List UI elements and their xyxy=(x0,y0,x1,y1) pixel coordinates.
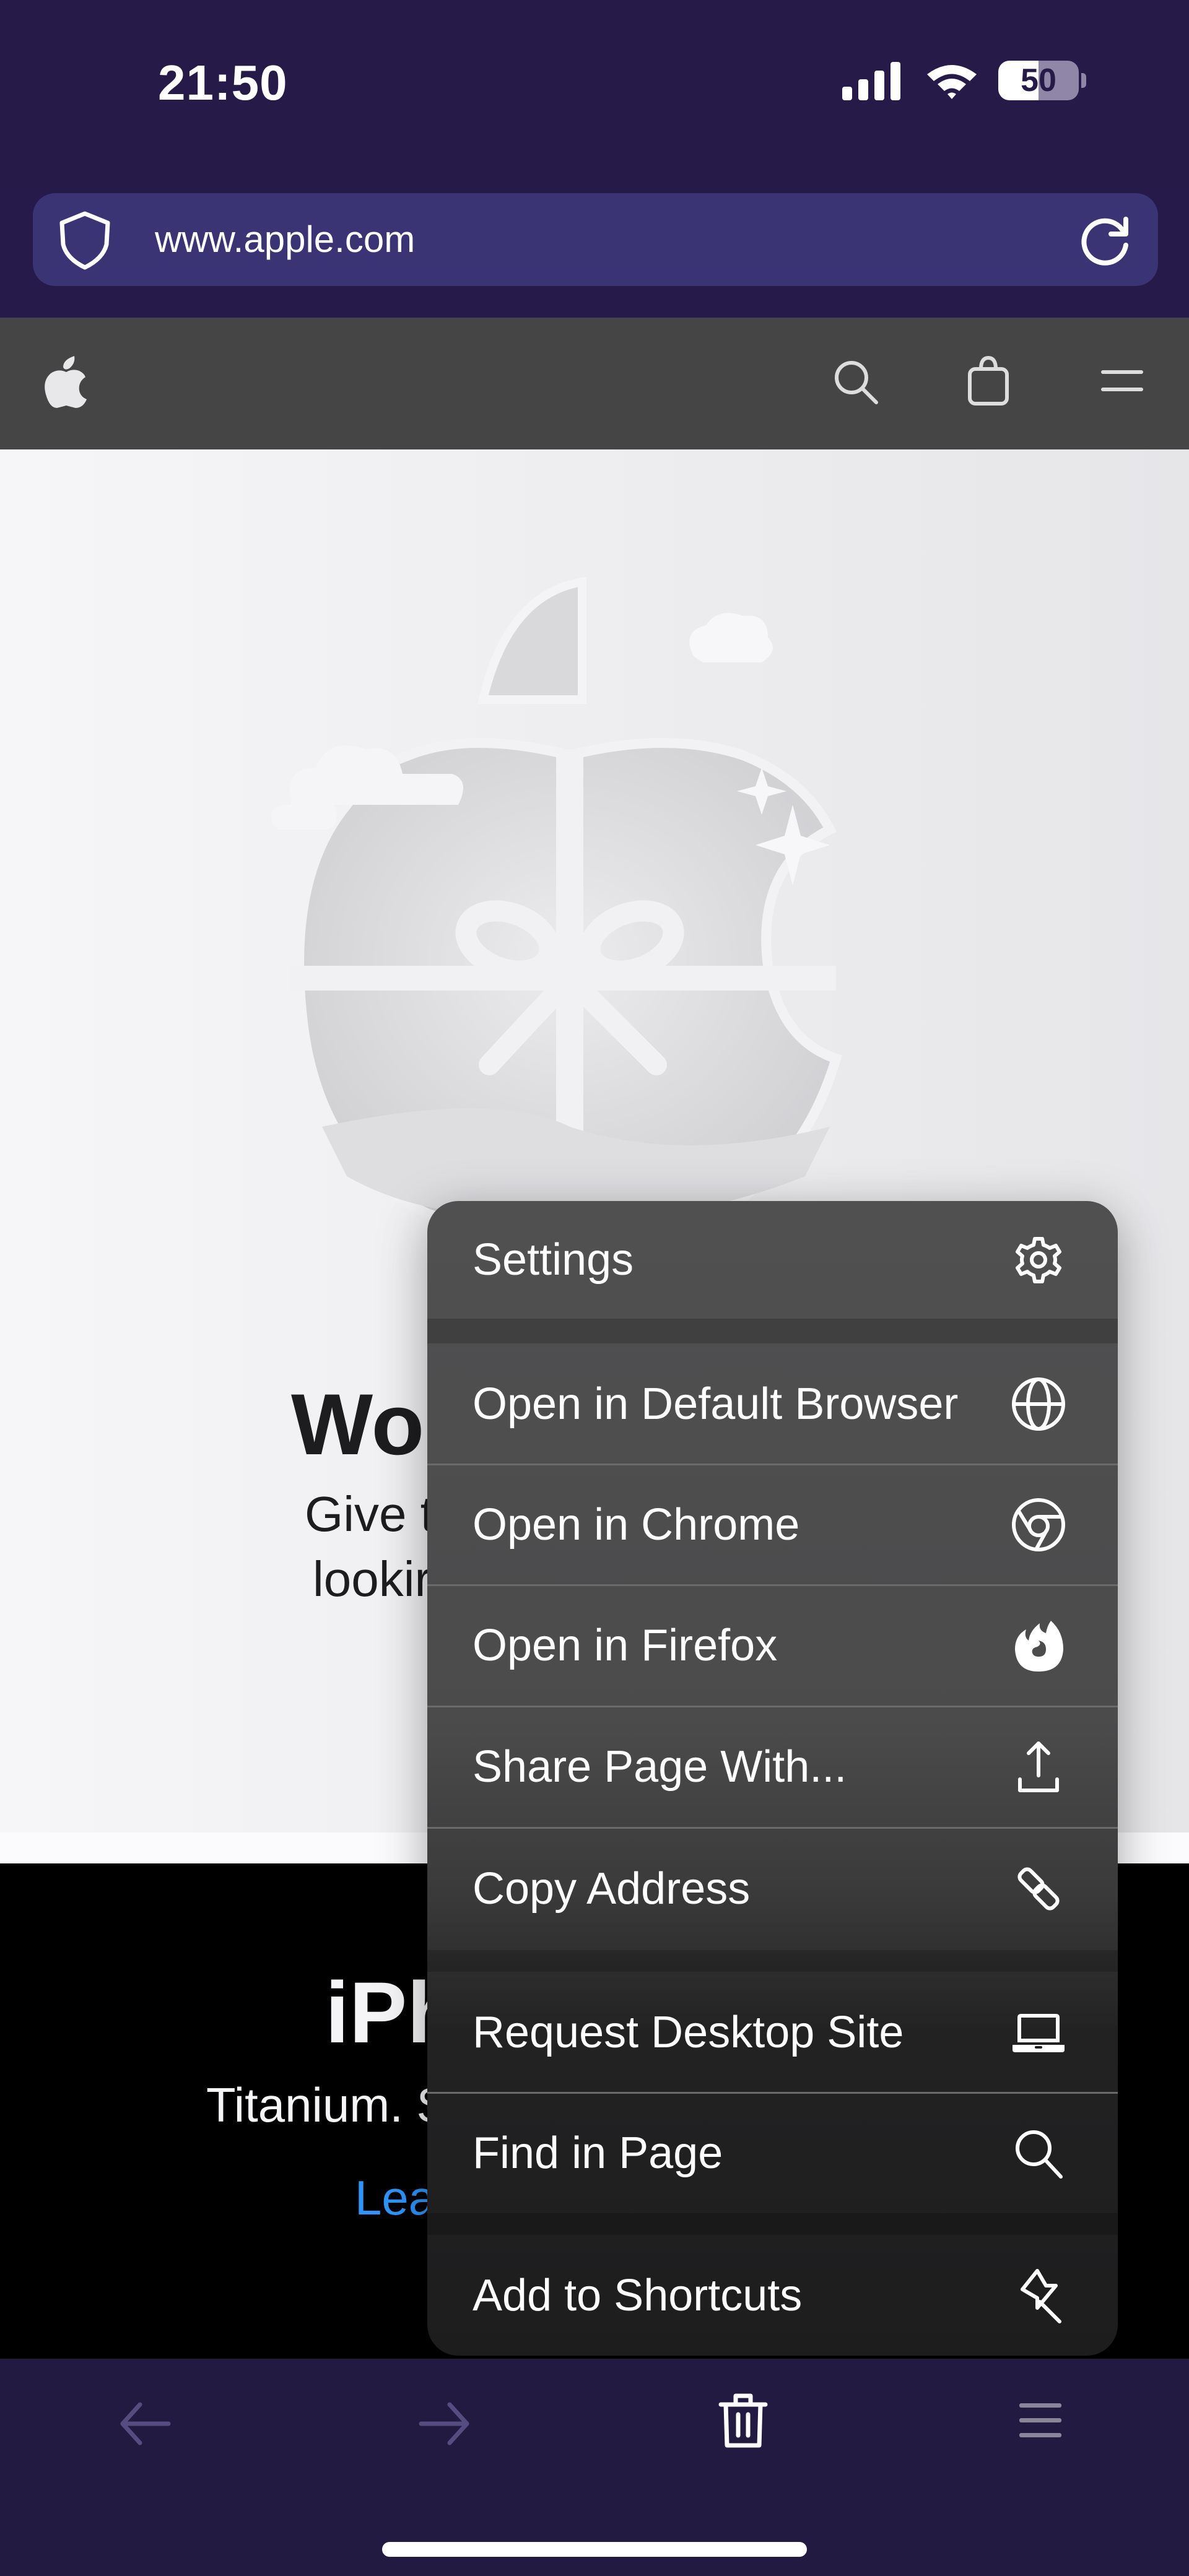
menu-item-label: Open in Default Browser xyxy=(473,1379,959,1429)
apple-logo-icon[interactable] xyxy=(45,356,88,408)
pin-icon xyxy=(1009,2266,1068,2325)
home-indicator[interactable] xyxy=(382,2542,807,2557)
menu-item-open-firefox[interactable]: Open in Firefox xyxy=(427,1585,1118,1706)
search-icon[interactable] xyxy=(833,359,880,406)
arrow-left-icon[interactable] xyxy=(118,2396,173,2452)
hero-title: Wo xyxy=(291,1376,425,1473)
firefox-icon xyxy=(1009,1616,1068,1675)
menu-item-label: Find in Page xyxy=(473,2128,723,2178)
menu-item-open-chrome[interactable]: Open in Chrome xyxy=(427,1464,1118,1585)
site-nav xyxy=(0,318,1189,449)
promo-subtitle: Titanium. S xyxy=(206,2078,449,2132)
wifi-icon xyxy=(927,65,977,99)
hero-subtitle-line2: lookir xyxy=(313,1551,432,1607)
menu-item-find-in-page[interactable]: Find in Page xyxy=(427,2092,1118,2213)
menu-item-label: Settings xyxy=(473,1235,634,1285)
menu-item-label: Open in Firefox xyxy=(473,1621,778,1670)
menu-icon[interactable] xyxy=(1100,366,1144,397)
battery-tip xyxy=(1081,73,1086,88)
trash-icon[interactable] xyxy=(718,2391,768,2450)
menu-item-open-default-browser[interactable]: Open in Default Browser xyxy=(427,1343,1118,1464)
menu-item-label: Open in Chrome xyxy=(473,1499,800,1550)
menu-group-divider xyxy=(427,1950,1118,1972)
hero-subtitle: Give t xyxy=(305,1486,434,1542)
menu-item-label: Request Desktop Site xyxy=(473,2007,904,2057)
chrome-icon xyxy=(1009,1495,1068,1555)
menu-item-request-desktop-site[interactable]: Request Desktop Site xyxy=(427,1972,1118,2092)
browser-menu: Settings Open in Default Browser Open in… xyxy=(427,1201,1118,2356)
shield-icon[interactable] xyxy=(58,210,111,270)
battery-percent: 50 xyxy=(1021,63,1056,98)
menu-item-label: Copy Address xyxy=(473,1864,751,1914)
laptop-icon xyxy=(1009,2003,1068,2062)
menu-item-label: Add to Shortcuts xyxy=(473,2270,803,2320)
menu-item-copy-address[interactable]: Copy Address xyxy=(427,1828,1118,1950)
learn-more-link[interactable]: Lea xyxy=(355,2170,435,2226)
status-time: 21:50 xyxy=(158,55,288,110)
menu-item-share-page[interactable]: Share Page With... xyxy=(427,1706,1118,1828)
hamburger-icon[interactable] xyxy=(1016,2396,1065,2445)
bag-icon[interactable] xyxy=(966,354,1011,406)
menu-item-label: Share Page With... xyxy=(473,1742,847,1792)
menu-item-settings[interactable]: Settings xyxy=(427,1201,1118,1319)
arrow-right-icon[interactable] xyxy=(416,2396,472,2452)
reload-icon[interactable] xyxy=(1078,213,1133,269)
gear-icon xyxy=(1009,1230,1068,1290)
cellular-signal-icon xyxy=(842,62,900,100)
menu-group-divider xyxy=(427,2213,1118,2235)
menu-group-divider xyxy=(427,1319,1118,1343)
search-icon xyxy=(1009,2123,1068,2183)
link-icon xyxy=(1009,1859,1068,1919)
menu-item-add-to-shortcuts[interactable]: Add to Shortcuts xyxy=(427,2235,1118,2356)
url-text[interactable]: www.apple.com xyxy=(155,218,415,261)
gift-apple-illustration xyxy=(271,576,842,1231)
share-icon xyxy=(1009,1737,1068,1797)
globe-icon xyxy=(1009,1374,1068,1434)
